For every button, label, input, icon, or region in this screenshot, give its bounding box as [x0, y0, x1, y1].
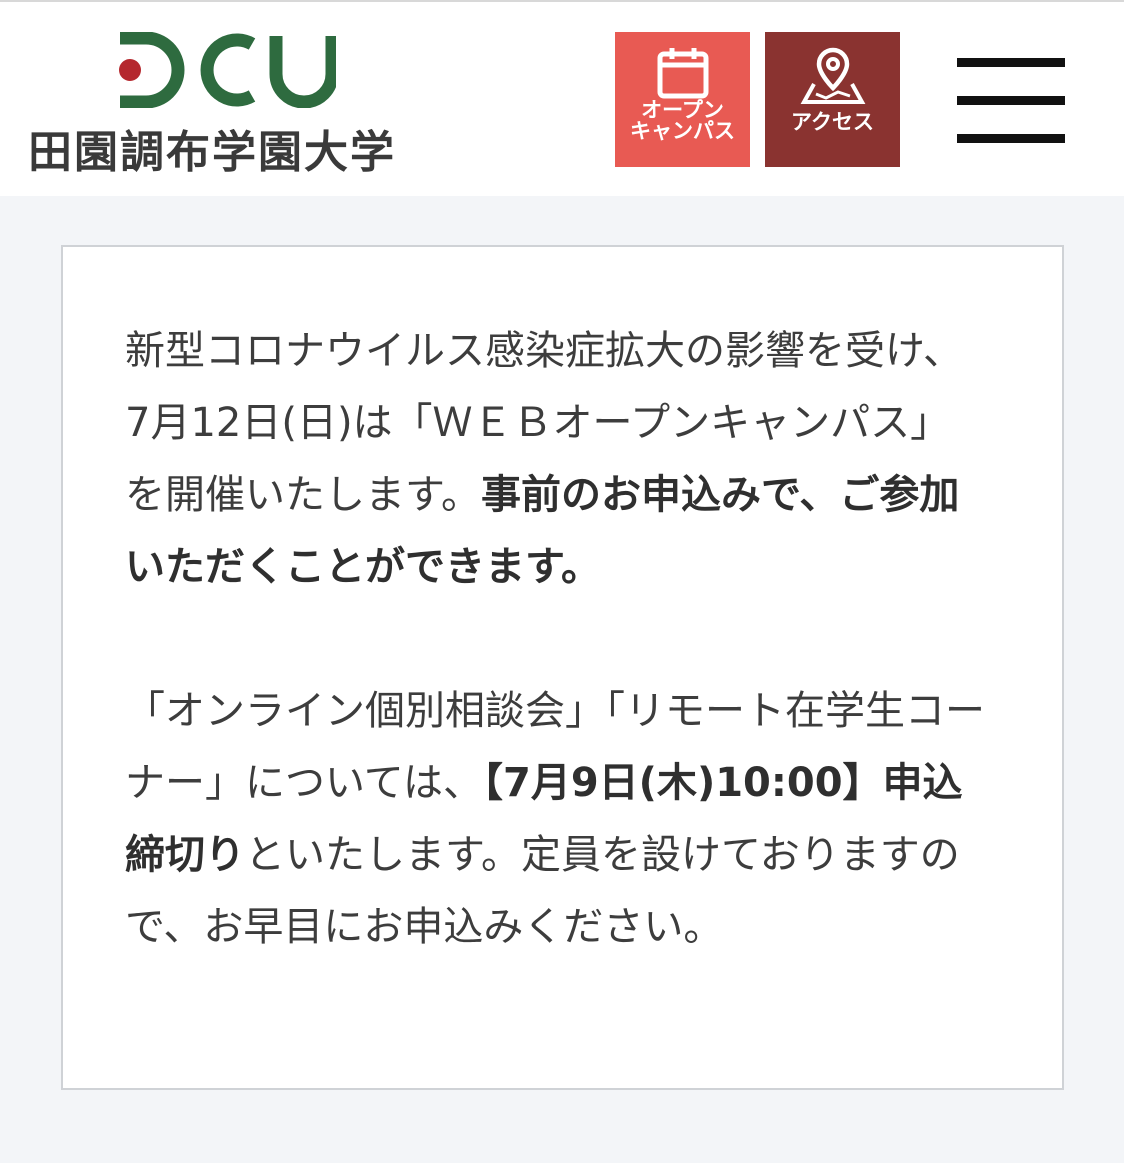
logo-red-dot	[119, 59, 141, 81]
open-campus-label-line2: キャンパス	[630, 119, 735, 143]
open-campus-label-line1: オープン	[641, 98, 724, 122]
notice-paragraph-1: 新型コロナウイルス感染症拡大の影響を受け、7月12日(日)は「ＷＥＢオープンキャ…	[125, 315, 985, 603]
logo-university-name: 田園調布学園大学	[28, 127, 396, 178]
university-logo[interactable]: 田園調布学園大学	[28, 28, 428, 178]
access-label: アクセス	[791, 110, 874, 134]
access-button[interactable]: アクセス	[765, 32, 900, 167]
menu-icon	[957, 58, 1065, 67]
map-pin-icon	[800, 47, 865, 104]
notice-card: 新型コロナウイルス感染症拡大の影響を受け、7月12日(日)は「ＷＥＢオープンキャ…	[61, 245, 1064, 1090]
calendar-icon	[657, 48, 708, 99]
notice-text: 新型コロナウイルス感染症拡大の影響を受け、7月12日(日)は「ＷＥＢオープンキャ…	[125, 315, 985, 963]
notice-p2-text-2: といたします。定員を設けておりますので、お早目にお申込みください。	[125, 832, 960, 950]
open-campus-button[interactable]: オープン キャンパス	[615, 32, 750, 167]
dcu-logo-mark	[119, 32, 336, 108]
notice-paragraph-2: 「オンライン個別相談会」「リモート在学生コーナー」については、【7月9日(木)1…	[125, 675, 985, 963]
site-header: 田園調布学園大学 オープン キャンパス アクセス	[0, 0, 1124, 196]
hamburger-menu-button[interactable]	[957, 58, 1065, 144]
